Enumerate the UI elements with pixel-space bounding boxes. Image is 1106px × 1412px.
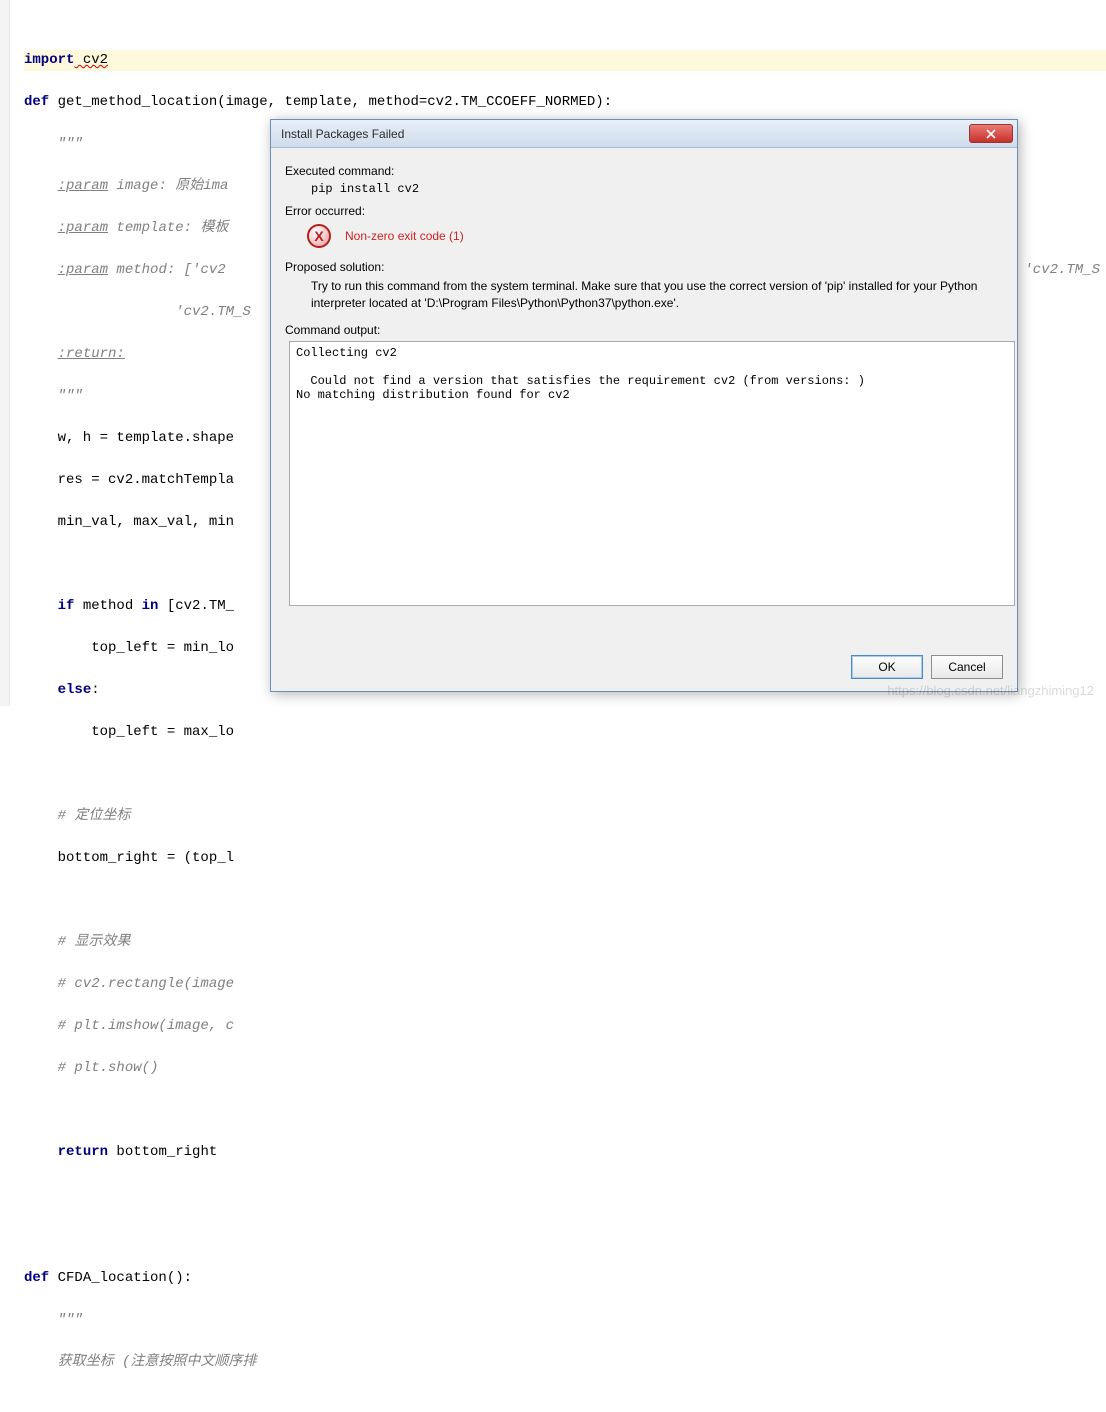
error-text: Non-zero exit code (1) — [345, 229, 464, 243]
error-icon: X — [307, 224, 331, 248]
highlighted-line: import cv2 — [24, 50, 1106, 71]
error-occurred-label: Error occurred: — [285, 204, 1003, 218]
command-output-label: Command output: — [285, 323, 1003, 337]
blank-line — [24, 1184, 1106, 1205]
close-icon — [986, 129, 996, 139]
comment-line: # 显示效果 — [24, 932, 1106, 953]
proposed-solution-text: Try to run this command from the system … — [285, 274, 1003, 315]
code-line: bottom_right = (top_l — [24, 848, 1106, 869]
dialog-title: Install Packages Failed — [281, 127, 404, 141]
code-line: top_left = max_lo — [24, 722, 1106, 743]
executed-command-label: Executed command: — [285, 164, 1003, 178]
install-packages-failed-dialog: Install Packages Failed Executed command… — [270, 119, 1018, 692]
error-row: X Non-zero exit code (1) — [285, 218, 1003, 254]
code-line: return bottom_right — [24, 1142, 1106, 1163]
docstring-line: 获取坐标 (注意按照中文顺序排 — [24, 1352, 1106, 1373]
cancel-button[interactable]: Cancel — [931, 655, 1003, 679]
blank-line — [24, 890, 1106, 911]
close-button[interactable] — [969, 124, 1013, 143]
blank-line — [24, 764, 1106, 785]
code-line: def get_method_location(image, template,… — [24, 92, 1106, 113]
comment-line: # plt.show() — [24, 1058, 1106, 1079]
docstring-line: """ — [24, 1310, 1106, 1331]
blank-line — [24, 1226, 1106, 1247]
dialog-body: Executed command: pip install cv2 Error … — [271, 148, 1017, 606]
proposed-solution-label: Proposed solution: — [285, 260, 1003, 274]
blank-line — [24, 1100, 1106, 1121]
watermark: https://blog.csdn.net/liangzhiming12 — [887, 683, 1094, 698]
comment-line: # cv2.rectangle(image — [24, 974, 1106, 995]
command-output-box[interactable]: Collecting cv2 Could not find a version … — [289, 341, 1015, 606]
code-line: def CFDA_location(): — [24, 1268, 1106, 1289]
dialog-button-row: OK Cancel — [851, 655, 1003, 679]
unresolved-import: cv2 — [74, 52, 108, 68]
comment-line: # 定位坐标 — [24, 806, 1106, 827]
dialog-titlebar[interactable]: Install Packages Failed — [271, 120, 1017, 148]
comment-line: # plt.imshow(image, c — [24, 1016, 1106, 1037]
ok-button[interactable]: OK — [851, 655, 923, 679]
executed-command-text: pip install cv2 — [285, 178, 1003, 198]
